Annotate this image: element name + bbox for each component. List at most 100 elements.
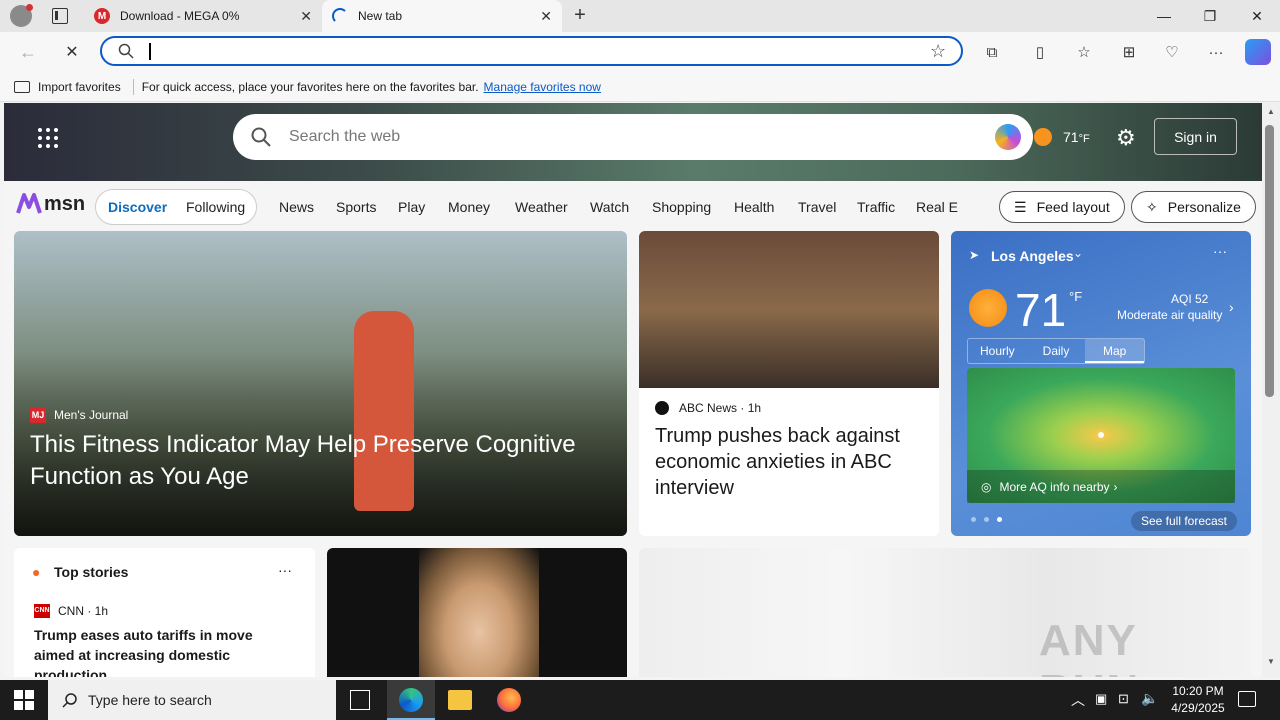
minimize-button[interactable]: —: [1141, 0, 1187, 32]
tab-strip: M Download - MEGA 0% ✕ New tab ✕ + — ❐ ✕: [0, 0, 1280, 32]
tab-following[interactable]: Following: [186, 199, 245, 215]
sparkle-icon: ✧: [1146, 198, 1158, 215]
clock-date[interactable]: 4/29/2025: [1165, 701, 1231, 715]
scroll-up-icon[interactable]: ▲: [1267, 107, 1275, 116]
back-arrow-icon[interactable]: ←: [16, 40, 40, 64]
header-temp[interactable]: 71°F: [1063, 129, 1090, 145]
weather-card[interactable]: ➤ Los Angeles ⌄ ··· 71 °F AQI 52 Moderat…: [951, 231, 1251, 536]
article-card[interactable]: ABC News · 1h Trump pushes back against …: [639, 231, 939, 536]
feed-layout-button[interactable]: ☰ Feed layout: [999, 191, 1125, 223]
aqi-description: Moderate air quality: [1117, 308, 1223, 322]
profile-avatar[interactable]: [10, 4, 33, 27]
taskbar-edge[interactable]: [387, 680, 435, 720]
nav-money[interactable]: Money: [448, 199, 490, 215]
manage-favorites-link[interactable]: Manage favorites now: [484, 80, 601, 94]
nav-weather[interactable]: Weather: [515, 199, 568, 215]
nav-sports[interactable]: Sports: [336, 199, 376, 215]
app-launcher-icon[interactable]: [38, 128, 58, 148]
browser-essentials-icon[interactable]: ♡: [1160, 40, 1184, 64]
split-screen-icon[interactable]: ▯: [1028, 40, 1052, 64]
close-tab-icon[interactable]: ✕: [540, 8, 552, 25]
tab-map[interactable]: Map: [1085, 339, 1145, 363]
search-icon: [251, 127, 271, 147]
clock-time[interactable]: 10:20 PM: [1168, 684, 1228, 698]
scroll-down-icon[interactable]: ▼: [1267, 657, 1275, 666]
scroll-thumb[interactable]: [1265, 125, 1274, 397]
nav-traffic[interactable]: Traffic: [857, 199, 895, 215]
see-full-forecast-button[interactable]: See full forecast: [1131, 511, 1237, 531]
show-hidden-icons[interactable]: ︿: [1071, 690, 1085, 710]
tab-hourly[interactable]: Hourly: [968, 339, 1027, 363]
nav-watch[interactable]: Watch: [590, 199, 629, 215]
weather-tabs: Hourly Daily Map: [967, 338, 1145, 364]
device-icon[interactable]: ▣: [1095, 691, 1107, 707]
tab-mega[interactable]: M Download - MEGA 0% ✕: [84, 0, 322, 32]
address-bar[interactable]: ☆: [100, 36, 963, 66]
top-stories-title[interactable]: Top stories: [54, 564, 128, 580]
location-marker-icon: [1095, 429, 1107, 441]
msn-logo-text[interactable]: msn: [44, 193, 85, 216]
nav-news[interactable]: News: [279, 199, 314, 215]
tab-discover[interactable]: Discover: [108, 199, 167, 215]
location-arrow-icon: ➤: [969, 248, 980, 262]
import-icon: [14, 80, 30, 93]
windows-start-icon[interactable]: [14, 690, 34, 710]
article-card[interactable]: ANY RUN: [639, 548, 1251, 677]
personalize-button[interactable]: ✧ Personalize: [1131, 191, 1256, 223]
weather-city[interactable]: Los Angeles: [991, 248, 1074, 264]
web-search-box[interactable]: Search the web: [233, 114, 1033, 160]
import-favorites[interactable]: Import favorites: [38, 80, 121, 94]
page-scrollbar[interactable]: ▲ ▼: [1262, 103, 1280, 677]
nav-travel[interactable]: Travel: [798, 199, 836, 215]
hero-article-title[interactable]: This Fitness Indicator May Help Preserve…: [30, 429, 610, 493]
article-source: ABC News · 1h: [679, 401, 762, 415]
chevron-right-icon: ›: [1113, 479, 1118, 494]
tab-new-tab[interactable]: New tab ✕: [322, 0, 562, 32]
favorites-icon[interactable]: ☆: [1072, 40, 1096, 64]
nav-real-estate[interactable]: Real E: [916, 199, 958, 215]
more-menu-icon[interactable]: ···: [1204, 40, 1228, 64]
close-tab-icon[interactable]: ✕: [300, 8, 312, 25]
nav-shopping[interactable]: Shopping: [652, 199, 711, 215]
volume-icon[interactable]: 🔈: [1141, 690, 1158, 707]
tab-title: Download - MEGA 0%: [120, 9, 240, 23]
file-explorer-icon[interactable]: [448, 690, 472, 710]
firefox-icon[interactable]: [497, 688, 521, 712]
carousel-dots[interactable]: [971, 517, 1002, 522]
more-aq-link[interactable]: ◎ More AQ info nearby ›: [967, 470, 1235, 503]
copilot-search-icon[interactable]: [995, 124, 1021, 150]
copilot-icon[interactable]: [1245, 39, 1271, 65]
article-source: Men's Journal: [54, 408, 129, 422]
article-card[interactable]: [327, 548, 627, 677]
chevron-down-icon[interactable]: ⌄: [1073, 246, 1083, 260]
msn-logo-icon[interactable]: [16, 191, 42, 215]
chevron-right-icon[interactable]: ›: [1229, 299, 1234, 315]
favorites-hint: For quick access, place your favorites h…: [141, 79, 479, 94]
nav-health[interactable]: Health: [734, 199, 774, 215]
network-icon[interactable]: ⊡: [1118, 691, 1129, 707]
extensions-icon[interactable]: ⧉: [980, 40, 1004, 64]
notifications-icon[interactable]: [1238, 691, 1256, 707]
tab-daily[interactable]: Daily: [1027, 339, 1086, 363]
more-options-icon[interactable]: ···: [1213, 243, 1227, 259]
close-window-button[interactable]: ✕: [1234, 0, 1280, 32]
story-headline[interactable]: Trump eases auto tariffs in move aimed a…: [34, 625, 296, 677]
stop-loading-icon[interactable]: ✕: [60, 40, 84, 64]
new-tab-button[interactable]: +: [568, 4, 592, 28]
sign-in-button[interactable]: Sign in: [1154, 118, 1237, 155]
taskbar-search-box[interactable]: Type here to search: [48, 680, 336, 720]
favorite-star-icon[interactable]: ☆: [930, 41, 946, 62]
taskbar: Type here to search ︿ ▣ ⊡ 🔈 10:20 PM 4/2…: [0, 680, 1280, 720]
tab-actions-icon[interactable]: [52, 8, 68, 24]
aq-map[interactable]: ◎ More AQ info nearby ›: [967, 368, 1235, 503]
settings-gear-icon[interactable]: ⚙: [1116, 125, 1136, 151]
nav-play[interactable]: Play: [398, 199, 425, 215]
task-view-icon[interactable]: [350, 690, 370, 710]
restore-button[interactable]: ❐: [1187, 0, 1233, 32]
hero-article-card[interactable]: MJ Men's Journal This Fitness Indicator …: [14, 231, 627, 536]
collections-icon[interactable]: ⊞: [1117, 40, 1141, 64]
aqi-value-label: AQI 52: [1171, 292, 1209, 306]
more-options-icon[interactable]: ···: [278, 562, 292, 578]
search-icon: [118, 43, 134, 59]
article-title[interactable]: Trump pushes back against economic anxie…: [655, 423, 925, 501]
